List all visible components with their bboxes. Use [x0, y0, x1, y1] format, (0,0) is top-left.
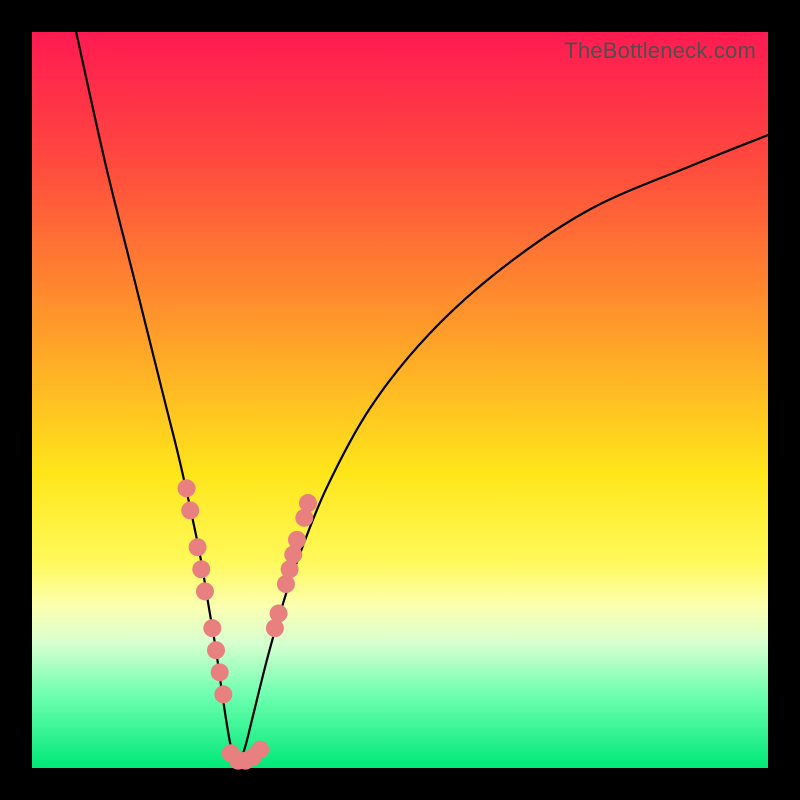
- data-dot: [251, 741, 269, 759]
- curve-right-branch: [238, 135, 768, 768]
- data-dot: [211, 663, 229, 681]
- plot-area: TheBottleneck.com: [32, 32, 768, 768]
- data-dot: [196, 582, 214, 600]
- data-dot: [299, 494, 317, 512]
- data-dot: [189, 538, 207, 556]
- data-dot: [192, 560, 210, 578]
- image-frame: TheBottleneck.com: [0, 0, 800, 800]
- data-dots: [178, 479, 317, 769]
- chart-svg: [32, 32, 768, 768]
- data-dot: [270, 604, 288, 622]
- data-dot: [207, 641, 225, 659]
- data-dot: [288, 531, 306, 549]
- data-dot: [203, 619, 221, 637]
- data-dot: [214, 685, 232, 703]
- data-dot: [178, 479, 196, 497]
- data-dot: [181, 501, 199, 519]
